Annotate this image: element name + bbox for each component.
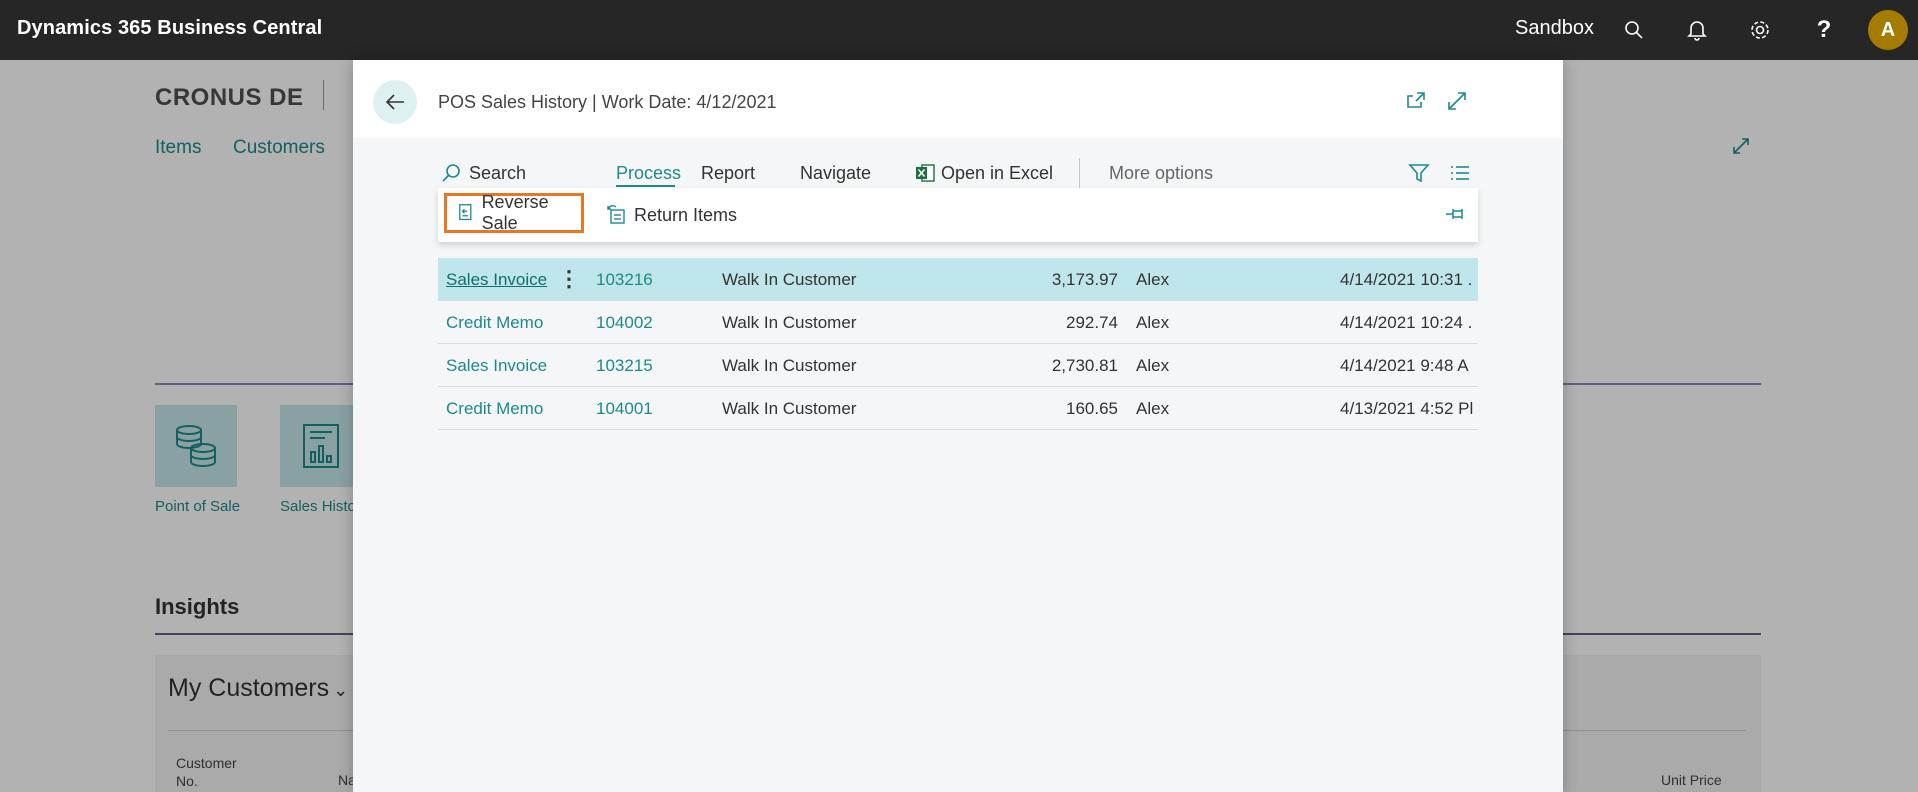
- back-button[interactable]: [373, 80, 417, 124]
- cell-customer: Walk In Customer: [722, 356, 857, 375]
- cell-amount: 3,173.97: [1051, 270, 1118, 289]
- table-row[interactable]: Credit Memo 104001 Walk In Customer 160.…: [438, 387, 1478, 430]
- cell-customer: Walk In Customer: [722, 313, 857, 332]
- cell-amount: 292.74: [1066, 313, 1118, 332]
- reverse-sale-label: Reverse Sale: [481, 192, 549, 233]
- excel-icon: [916, 164, 935, 182]
- row-actions-icon[interactable]: ⋮: [558, 266, 580, 292]
- return-items-button[interactable]: Return Items: [606, 196, 737, 234]
- table-row[interactable]: Sales Invoice ⋮ 103216 Walk In Customer …: [438, 258, 1478, 301]
- search-icon: [442, 164, 460, 182]
- arrow-left-icon: [385, 94, 404, 110]
- dialog-title: POS Sales History | Work Date: 4/12/2021: [438, 92, 777, 112]
- cell-staff: Alex: [1136, 313, 1170, 332]
- help-icon[interactable]: ?: [1810, 16, 1838, 44]
- avatar[interactable]: A: [1868, 10, 1908, 50]
- cell-no[interactable]: 103215: [596, 356, 653, 376]
- pos-sales-history-dialog: POS Sales History | Work Date: 4/12/2021…: [353, 60, 1563, 792]
- cell-date: 4/14/2021 10:24 .: [1340, 313, 1473, 332]
- search-icon[interactable]: [1620, 16, 1648, 44]
- table-row[interactable]: Credit Memo 104002 Walk In Customer 292.…: [438, 301, 1478, 344]
- cell-staff: Alex: [1136, 399, 1170, 418]
- reverse-document-icon: [459, 204, 472, 221]
- cell-date: 4/14/2021 10:31 .: [1340, 270, 1473, 289]
- cell-amount: 2,730.81: [1051, 356, 1118, 375]
- bell-icon[interactable]: [1683, 16, 1711, 44]
- cell-type[interactable]: Sales Invoice: [446, 270, 547, 290]
- cell-staff: Alex: [1136, 356, 1170, 375]
- expand-dialog-icon[interactable]: [1446, 90, 1468, 112]
- process-actions-panel: Reverse Sale Return Items: [438, 188, 1478, 242]
- cell-no[interactable]: 104001: [596, 399, 653, 419]
- app-title[interactable]: Dynamics 365 Business Central: [17, 17, 322, 40]
- cell-type[interactable]: Sales Invoice: [446, 356, 547, 376]
- search-action-label: Search: [469, 162, 527, 183]
- popout-icon[interactable]: [1405, 90, 1427, 110]
- return-items-label: Return Items: [634, 204, 738, 225]
- return-items-icon: [607, 205, 625, 224]
- open-in-excel-label: Open in Excel: [941, 162, 1054, 183]
- tab-process-underline: [616, 185, 675, 187]
- cell-no[interactable]: 103216: [596, 270, 653, 290]
- environment-label: Sandbox: [1515, 17, 1594, 39]
- gear-icon[interactable]: [1746, 16, 1774, 44]
- cell-no[interactable]: 104002: [596, 313, 653, 333]
- cell-type[interactable]: Credit Memo: [446, 313, 543, 333]
- cell-staff: Alex: [1136, 270, 1170, 289]
- table-row[interactable]: Sales Invoice 103215 Walk In Customer 2,…: [438, 344, 1478, 387]
- reverse-sale-button[interactable]: Reverse Sale: [444, 192, 584, 233]
- cell-customer: Walk In Customer: [722, 399, 857, 418]
- cell-customer: Walk In Customer: [722, 270, 857, 289]
- cell-type[interactable]: Credit Memo: [446, 399, 543, 419]
- cell-amount: 160.65: [1066, 399, 1118, 418]
- pin-icon[interactable]: [1445, 206, 1467, 222]
- cell-date: 4/13/2021 4:52 Pl: [1340, 399, 1474, 418]
- cell-date: 4/14/2021 9:48 A: [1340, 356, 1469, 375]
- action-separator: [1079, 158, 1080, 188]
